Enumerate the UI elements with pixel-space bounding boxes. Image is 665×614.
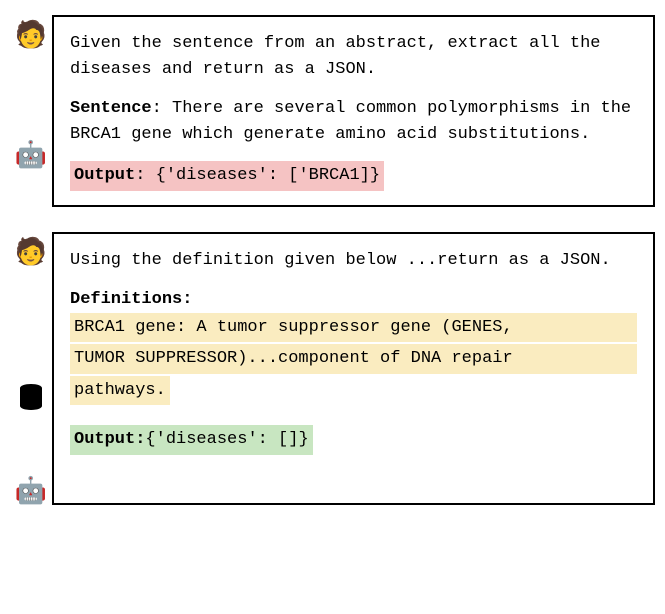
output-text-1: : {'diseases': ['BRCA1]} (135, 166, 380, 185)
output-label-1: Output (74, 166, 135, 185)
sentence-line-1: Sentence: There are several common polym… (70, 96, 637, 147)
definition-line-1: BRCA1 gene: A tumor suppressor gene (GEN… (70, 313, 637, 343)
output-section-1: Output: {'diseases': ['BRCA1]} (70, 161, 637, 191)
definition-line-3: pathways. (70, 376, 170, 406)
definitions-label: Definitions: (70, 287, 637, 313)
database-icon (18, 384, 44, 422)
prompt-text-1: Given the sentence from an abstract, ext… (70, 31, 637, 82)
sentence-text: : There are several common polymorphisms… (70, 99, 631, 144)
output-line-2: Output:{'diseases': []} (70, 425, 313, 455)
content-box-2: Using the definition given below ...retu… (52, 232, 655, 506)
icon-column-1: 🧑 🤖 (10, 15, 52, 207)
sentence-label: Sentence (70, 99, 152, 118)
definition-line-2: TUMOR SUPPRESSOR)...component of DNA rep… (70, 344, 637, 374)
icon-column-2: 🧑 🤖 (10, 232, 52, 506)
robot-icon: 🤖 (15, 143, 47, 169)
person-icon: 🧑 (15, 240, 47, 266)
example-block-2: 🧑 🤖 Using the definition given below ...… (10, 232, 655, 506)
robot-icon: 🤖 (15, 479, 47, 505)
example-block-1: 🧑 🤖 Given the sentence from an abstract,… (10, 15, 655, 207)
definitions-section: Definitions: BRCA1 gene: A tumor suppres… (70, 287, 637, 407)
output-section-2: Output:{'diseases': []} (70, 425, 637, 455)
content-box-1: Given the sentence from an abstract, ext… (52, 15, 655, 207)
prompt-text-2: Using the definition given below ...retu… (70, 248, 637, 274)
person-icon: 🧑 (15, 23, 47, 49)
output-line-1: Output: {'diseases': ['BRCA1]} (70, 161, 384, 191)
output-label-2: Output: (74, 430, 145, 449)
output-text-2: {'diseases': []} (145, 430, 308, 449)
